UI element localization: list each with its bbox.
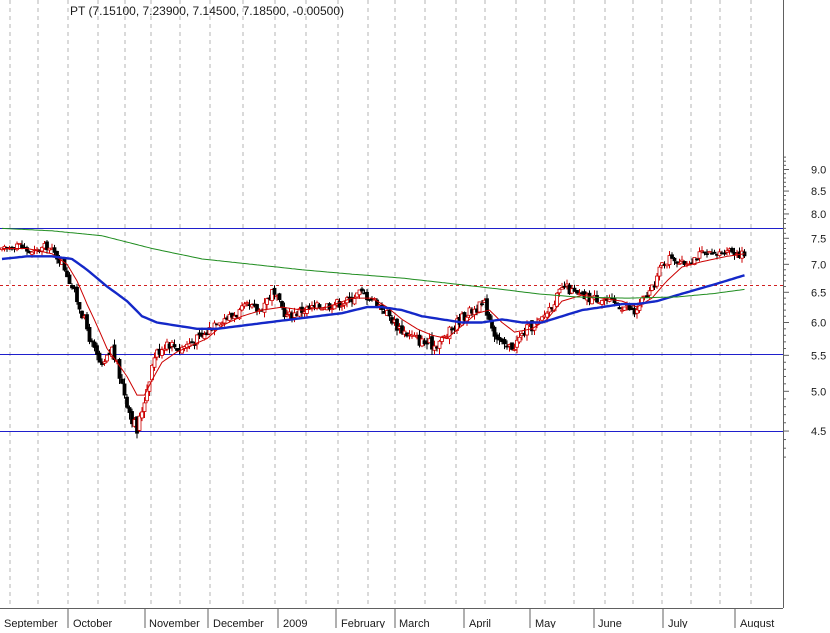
month-label: November <box>149 618 200 628</box>
candle-body <box>480 303 484 306</box>
month-label: September <box>4 618 58 628</box>
candle-body <box>510 342 514 350</box>
candle-body <box>30 251 34 255</box>
candle-body <box>560 287 564 290</box>
candle-body <box>575 290 579 294</box>
candle-body <box>17 242 22 245</box>
candle-body <box>62 258 67 271</box>
candle-body <box>360 288 364 292</box>
candle-body <box>265 298 269 305</box>
price-tick-label: 8.5 <box>811 186 826 198</box>
price-tick-label: 5.5 <box>811 350 826 362</box>
candle-body <box>242 303 247 307</box>
candle-body <box>85 314 89 330</box>
candle-body <box>540 316 544 321</box>
candle-body <box>77 302 82 310</box>
candle-body <box>365 291 369 301</box>
price-tick-label: 7.5 <box>811 233 826 245</box>
candle-body <box>487 313 492 320</box>
candle-body <box>612 298 617 304</box>
candle-body <box>172 344 177 348</box>
price-tick-label: 6.5 <box>811 287 826 299</box>
month-label: 2009 <box>283 618 307 628</box>
month-label: July <box>668 618 688 628</box>
candle-body <box>67 274 72 285</box>
candle-body <box>730 247 734 253</box>
price-tick-label: 8.0 <box>811 209 826 221</box>
month-label: December <box>213 618 264 628</box>
candle-body <box>647 290 652 296</box>
chart-svg: 9.0 8.5 8.0 7.5 7.0 6.5 6.0 5.5 5.0 4.5 September… <box>0 0 830 630</box>
candle-body <box>285 314 289 317</box>
candle-body <box>105 354 109 362</box>
candle-body <box>707 251 712 254</box>
candle-body <box>617 307 622 310</box>
candle-body <box>140 411 144 419</box>
month-label: February <box>341 618 386 628</box>
month-label: April <box>469 618 491 628</box>
month-label: August <box>740 618 774 628</box>
price-tick-label: 5.0 <box>811 386 826 398</box>
candle-body <box>240 305 244 311</box>
candle-body <box>117 359 122 379</box>
price-tick-label: 6.0 <box>811 318 826 330</box>
candle-body <box>657 266 662 277</box>
candle-body <box>672 257 677 262</box>
candle-body <box>120 378 124 384</box>
month-label: May <box>535 618 556 628</box>
candle-body <box>387 309 392 317</box>
candle-body <box>202 334 207 340</box>
candle-body <box>332 304 337 310</box>
price-tick-label: 9.0 <box>811 164 826 176</box>
candle-body <box>277 293 282 301</box>
price-tick-label: 7.0 <box>811 259 826 271</box>
candle-body <box>700 250 704 253</box>
candle-body <box>595 295 599 303</box>
candle-body <box>75 286 79 303</box>
candle-body <box>87 326 92 342</box>
month-label: June <box>598 618 622 628</box>
candle-body <box>645 295 649 298</box>
candle-body <box>342 303 347 306</box>
candle-body <box>725 250 729 253</box>
price-chart: 9.0 8.5 8.0 7.5 7.0 6.5 6.0 5.5 5.0 4.5 September… <box>0 0 830 630</box>
candle-body <box>517 336 522 343</box>
candle-body <box>600 299 604 305</box>
candle-body <box>545 312 549 318</box>
candle-body <box>97 352 102 363</box>
candle-body <box>670 254 674 259</box>
month-label: October <box>73 618 112 628</box>
candle-body <box>190 341 194 344</box>
candle-body <box>722 252 727 255</box>
candle-body <box>557 288 562 294</box>
month-label: March <box>399 618 430 628</box>
candle-body <box>272 287 277 295</box>
candle-body <box>340 305 344 307</box>
candle-body <box>102 361 107 364</box>
candle-body <box>702 251 707 254</box>
candle-body <box>695 258 699 261</box>
candle-body <box>697 251 702 259</box>
candle-body <box>502 339 507 345</box>
candle-body <box>485 298 489 316</box>
chart-title: PT (7.15100, 7.23900, 7.14500, 7.18500, … <box>70 4 344 18</box>
candle-body <box>512 349 517 351</box>
price-tick-label: 4.5 <box>811 426 826 438</box>
candle-body <box>352 298 357 305</box>
candle-body <box>705 253 709 256</box>
candle-body <box>677 262 682 265</box>
candle-body <box>122 383 127 396</box>
candle-body <box>622 306 627 311</box>
candle-body <box>655 275 659 287</box>
candle-body <box>142 402 147 412</box>
candle-body <box>562 285 567 288</box>
candle-body <box>437 340 442 349</box>
candle-body <box>125 396 129 408</box>
candle-body <box>245 302 249 305</box>
candle-body <box>152 357 157 368</box>
candle-body <box>712 251 717 254</box>
